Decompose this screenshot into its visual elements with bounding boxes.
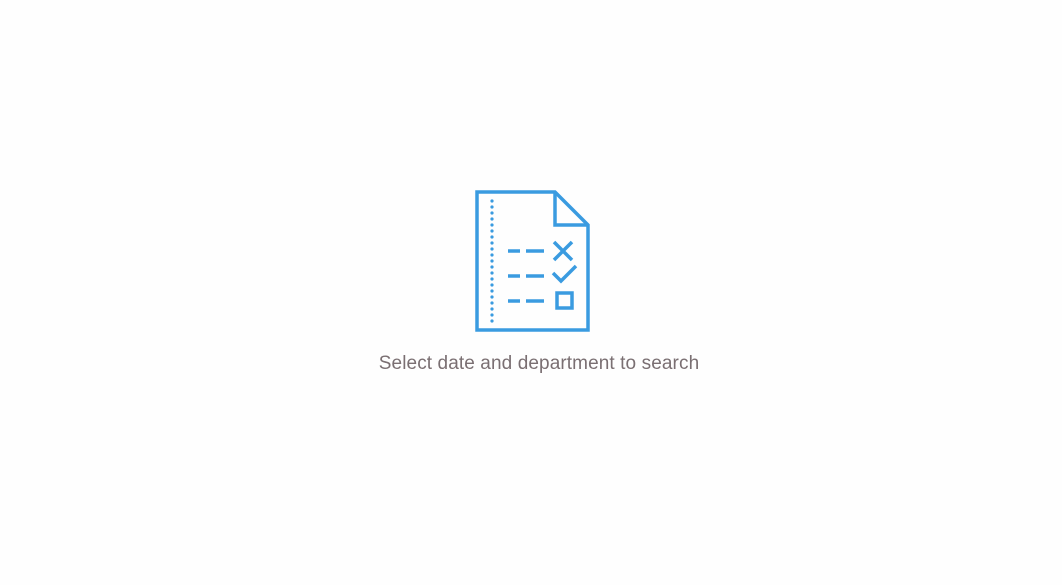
checklist-document-icon <box>475 190 590 332</box>
empty-state: Select date and department to search <box>0 0 1062 585</box>
empty-state-message: Select date and department to search <box>378 353 700 374</box>
search-results-page: Select date and department to search <box>0 0 1062 585</box>
